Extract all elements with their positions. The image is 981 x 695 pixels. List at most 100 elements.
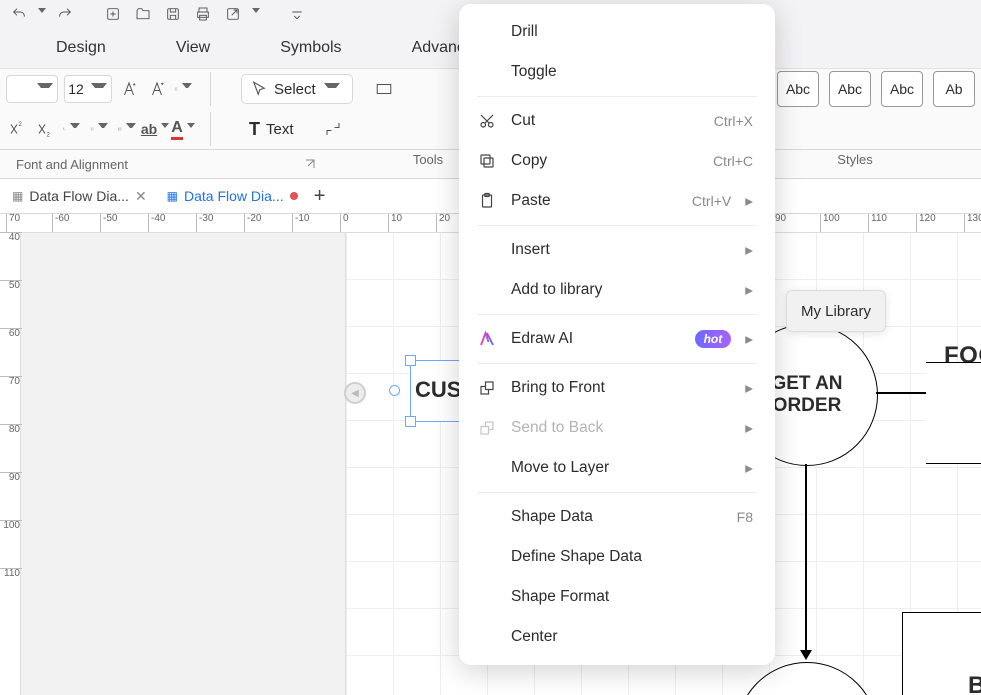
context-menu-center[interactable]: Center [459, 617, 775, 657]
context-menu-cut[interactable]: Cut Ctrl+X [459, 101, 775, 141]
menu-design[interactable]: Design [56, 39, 106, 57]
font-family-combo[interactable] [6, 75, 58, 103]
context-menu-define-shape[interactable]: Define Shape Data [459, 537, 775, 577]
document-tab[interactable]: ▦Data Flow Dia... [159, 184, 306, 208]
ruler-tick: -30 [196, 214, 213, 232]
group-font-label: Font and Alignment [16, 157, 128, 172]
text-bil[interactable]: BIL [968, 672, 981, 695]
connector-tool-icon[interactable] [322, 118, 344, 140]
nav-hint-icon[interactable]: ◀ [344, 382, 366, 404]
cut-icon [477, 111, 497, 131]
shortcut-label: Ctrl+X [714, 113, 753, 129]
svg-text:2: 2 [19, 122, 23, 128]
ruler-tick: 120 [916, 214, 936, 232]
context-item-label: Cut [511, 112, 700, 130]
context-menu-copy[interactable]: CopyCtrl+C [459, 141, 775, 181]
context-item-label: Edraw AI [511, 330, 681, 348]
context-menu-edraw-ai[interactable]: Edraw AIhot▸ [459, 319, 775, 359]
customize-qat-icon[interactable] [284, 3, 310, 25]
superscript-icon[interactable]: 2 [6, 118, 28, 140]
submenu-item-my-library[interactable]: My Library [801, 303, 871, 320]
add-tab-button[interactable]: + [310, 186, 330, 206]
line-spacing-icon[interactable] [90, 118, 112, 140]
context-menu-send-back: Send to Back▸ [459, 408, 775, 448]
undo-icon[interactable] [6, 3, 32, 25]
context-item-label: Bring to Front [511, 379, 731, 397]
submenu-arrow-icon: ▸ [745, 459, 753, 478]
font-size-combo[interactable]: 12 [64, 75, 112, 103]
ruler-tick: 110 [868, 214, 887, 232]
context-menu-move-layer[interactable]: Move to Layer ▸ [459, 448, 775, 488]
expand-icon[interactable] [304, 158, 316, 170]
paste-icon [477, 191, 497, 211]
file-icon: ▦ [167, 189, 178, 203]
close-tab-button[interactable]: ✕ [135, 188, 147, 205]
context-menu-addlib[interactable]: Add to library▸ [459, 270, 775, 310]
export-dropdown[interactable] [250, 3, 262, 25]
submenu-arrow-icon: ▸ [745, 241, 753, 260]
svg-text:2: 2 [47, 133, 51, 139]
context-menu: DrillToggle Cut Ctrl+X CopyCtrl+CPasteCtrl+… [459, 4, 775, 665]
style-tile[interactable]: Ab [933, 71, 975, 107]
context-item-label: Move to Layer [511, 459, 731, 477]
style-tile[interactable]: Abc [881, 71, 923, 107]
context-menu-toggle[interactable]: Toggle [459, 52, 775, 92]
case-icon[interactable] [62, 118, 84, 140]
increase-font-icon[interactable] [118, 78, 140, 100]
print-icon[interactable] [190, 3, 216, 25]
style-tile[interactable]: Abc [777, 71, 819, 107]
process-node-lower[interactable] [736, 662, 878, 695]
select-tool-label: Select [274, 81, 316, 98]
text-formatting-icon[interactable]: ab [146, 118, 168, 140]
external-entity-right[interactable] [926, 362, 981, 464]
export-icon[interactable] [220, 3, 246, 25]
context-menu-shape-format[interactable]: Shape Format [459, 577, 775, 617]
new-file-icon[interactable] [100, 3, 126, 25]
ai-icon [477, 329, 497, 349]
font-color-icon[interactable]: A [174, 118, 196, 140]
context-menu-drill[interactable]: Drill [459, 12, 775, 52]
context-menu-insert[interactable]: Insert ▸ [459, 230, 775, 270]
ruler-tick: 60 [0, 328, 22, 339]
subscript-icon[interactable]: 2 [34, 118, 56, 140]
blank-icon [477, 280, 497, 300]
ruler-tick: 0 [340, 214, 349, 232]
open-folder-icon[interactable] [130, 3, 156, 25]
redo-icon[interactable] [52, 3, 78, 25]
shortcut-label: F8 [737, 509, 753, 525]
tab-title: Data Flow Dia... [29, 188, 129, 204]
blank-icon [477, 458, 497, 478]
submenu-arrow-icon: ▸ [745, 330, 753, 349]
context-menu-shape-data[interactable]: Shape DataF8 [459, 497, 775, 537]
undo-dropdown[interactable] [36, 3, 48, 25]
submenu-arrow-icon: ▸ [745, 281, 753, 300]
save-icon[interactable] [160, 3, 186, 25]
shortcut-label: Ctrl+C [713, 153, 753, 169]
context-item-label: Insert [511, 241, 731, 259]
connector-arrow[interactable] [805, 464, 807, 654]
front-icon [477, 378, 497, 398]
style-tile[interactable]: Abc [829, 71, 871, 107]
arrow-head-icon [800, 650, 812, 660]
ruler-tick: 100 [820, 214, 840, 232]
submenu-arrow-icon: ▸ [745, 379, 753, 398]
align-menu-icon[interactable] [174, 78, 196, 100]
rectangle-tool-icon[interactable] [373, 78, 395, 100]
shortcut-label: Ctrl+V [692, 193, 731, 209]
select-tool-button[interactable]: Select [241, 74, 353, 104]
document-tab[interactable]: ▦Data Flow Dia...✕ [4, 184, 155, 209]
menu-symbols[interactable]: Symbols [280, 39, 341, 57]
blank-icon [477, 507, 497, 527]
blank-icon [477, 240, 497, 260]
context-menu-paste[interactable]: PasteCtrl+V▸ [459, 181, 775, 221]
menu-view[interactable]: View [176, 39, 210, 57]
text-tool-button[interactable]: T Text [241, 115, 302, 143]
ruler-tick: 90 [0, 472, 22, 483]
back-icon [477, 418, 497, 438]
bullet-list-icon[interactable] [118, 118, 140, 140]
group-tools-label: Tools [413, 152, 443, 167]
decrease-font-icon[interactable] [146, 78, 168, 100]
ruler-tick: -50 [100, 214, 117, 232]
context-menu-bring-front[interactable]: Bring to Front ▸ [459, 368, 775, 408]
ruler-tick: 10 [388, 214, 402, 232]
